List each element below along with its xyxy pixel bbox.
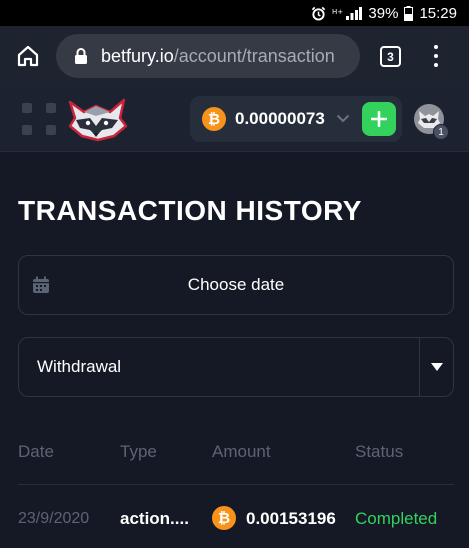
row-amount: 0.00153196 [246, 509, 336, 528]
column-header-date[interactable]: Date [18, 442, 54, 462]
signal-icon: H+ [332, 6, 363, 20]
transaction-type-select[interactable]: Withdrawal [18, 337, 454, 397]
status-bar: H+ 39% 15:29 [0, 0, 469, 26]
notification-badge: 1 [433, 124, 449, 140]
battery-icon [404, 5, 414, 21]
balance-amount: 0.00000073 [235, 109, 325, 128]
deposit-button[interactable] [362, 102, 396, 136]
url-host: betfury.io [101, 45, 174, 66]
grid-menu-icon[interactable] [22, 103, 56, 135]
row-status: Completed [355, 509, 438, 528]
raccoon-logo[interactable] [66, 96, 128, 142]
browser-toolbar: betfury.io/account/transaction 3 [0, 26, 469, 86]
notification-count: 1 [438, 126, 444, 138]
more-vert-icon[interactable] [426, 42, 446, 70]
user-avatar[interactable]: 1 [414, 104, 449, 140]
date-picker[interactable]: Choose date [18, 255, 454, 315]
tabs-button[interactable]: 3 [380, 46, 401, 67]
chevron-down-icon[interactable] [336, 114, 350, 123]
column-header-type[interactable]: Type [120, 442, 157, 462]
table-divider [18, 484, 454, 485]
plus-icon [371, 111, 387, 127]
home-icon [17, 45, 39, 67]
column-header-amount[interactable]: Amount [212, 442, 271, 462]
url-text: betfury.io/account/transaction [101, 46, 335, 67]
page-title: TRANSACTION HISTORY [18, 195, 362, 226]
svg-text:H+: H+ [332, 8, 343, 16]
row-date: 23/9/2020 [18, 510, 90, 527]
bitcoin-icon: ₿ [212, 506, 236, 530]
lock-icon [75, 48, 87, 64]
alarm-icon [311, 6, 326, 21]
battery-percent: 39% [368, 4, 399, 22]
site-header: ₿ 0.00000073 1 [0, 86, 469, 152]
bitcoin-icon: ₿ [202, 107, 226, 131]
url-path: /account/transaction [173, 45, 335, 66]
caret-down-icon [430, 363, 443, 371]
select-value: Withdrawal [37, 357, 122, 376]
clock-time: 15:29 [419, 4, 457, 22]
tab-count: 3 [387, 49, 394, 64]
home-button[interactable] [15, 43, 41, 69]
balance-selector[interactable]: ₿ 0.00000073 [190, 96, 402, 142]
column-header-status[interactable]: Status [355, 442, 403, 462]
row-type: action.... [120, 509, 189, 528]
address-bar[interactable]: betfury.io/account/transaction [56, 34, 360, 78]
date-picker-label: Choose date [187, 275, 285, 294]
select-arrow[interactable] [419, 338, 453, 396]
